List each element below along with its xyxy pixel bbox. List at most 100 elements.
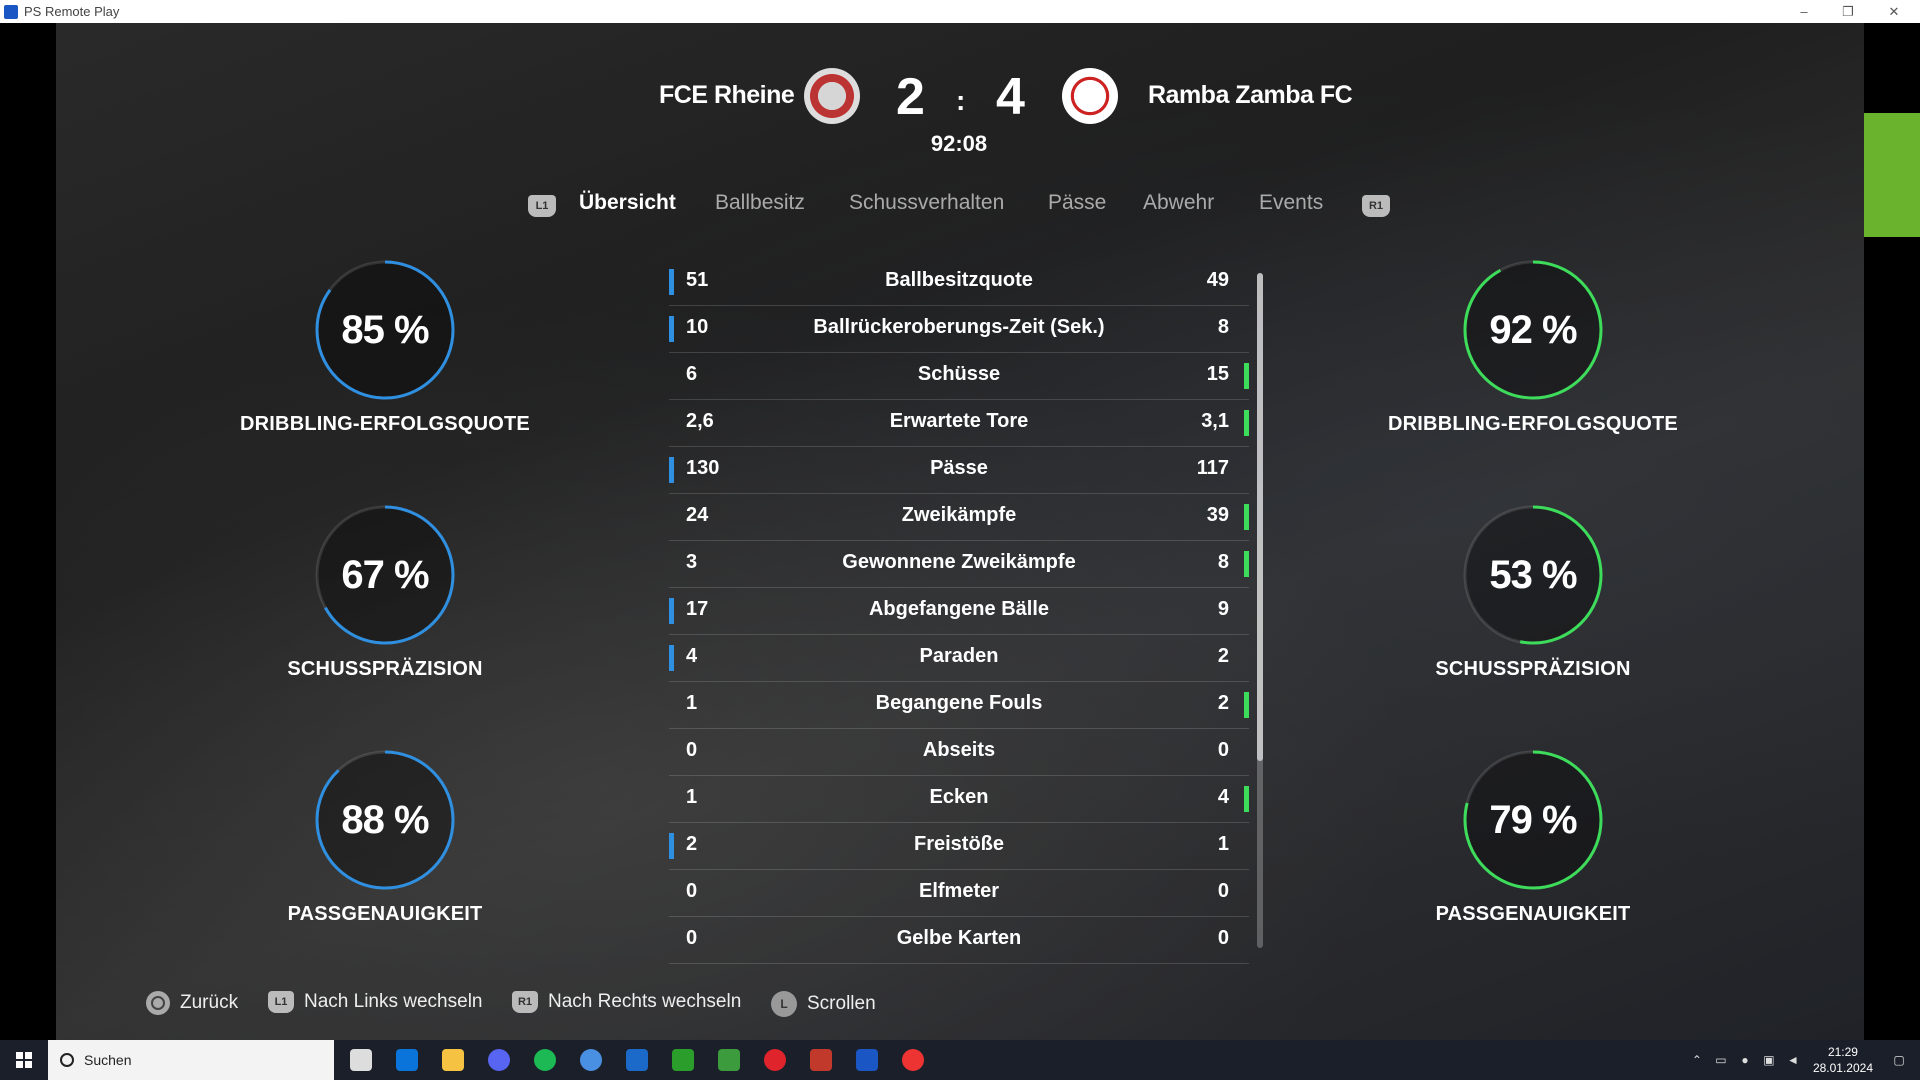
app-icon[interactable] [580, 1049, 602, 1071]
stat-name: Ecken [929, 786, 989, 808]
ring-label: SCHUSSPRÄZISION [1435, 658, 1631, 680]
taskbar-search[interactable]: Suchen [48, 1040, 334, 1080]
stats-tabs: Übersicht Ballbesitz Schussverhalten Päs… [56, 191, 1864, 231]
stat-row: 2,6 Erwartete Tore 3,1 [669, 400, 1249, 447]
voicemeeter-icon[interactable] [810, 1049, 832, 1071]
stats-scrollbar[interactable] [1257, 273, 1263, 948]
stat-away-value: 15 [1206, 363, 1229, 385]
restore-button[interactable]: ❐ [1826, 0, 1870, 23]
side-accent-strip [1864, 113, 1920, 237]
home-pass-accuracy-stat: 88 % PASSGENAUIGKEIT [235, 749, 535, 926]
tab-events[interactable]: Events [1259, 191, 1323, 215]
stat-name: Pässe [930, 457, 988, 479]
minimize-button[interactable]: – [1782, 0, 1826, 23]
display-icon[interactable]: ▣ [1762, 1053, 1776, 1067]
away-shot-accuracy-stat: 53 % SCHUSSPRÄZISION [1383, 504, 1683, 681]
steam-icon[interactable] [626, 1049, 648, 1071]
tab-paesse[interactable]: Pässe [1048, 191, 1106, 215]
chevron-up-icon[interactable]: ⌃ [1690, 1053, 1704, 1067]
hint-label: Nach Rechts wechseln [548, 991, 742, 1012]
network-icon[interactable]: ▭ [1714, 1053, 1728, 1067]
away-team-crest-icon [1062, 68, 1118, 124]
stats-table[interactable]: 51 Ballbesitzquote 49 10 Ballrückeroberungs-… [669, 259, 1249, 964]
home-dribbling-stat: 85 % DRIBBLING-ERFOLGSQUOTE [235, 259, 535, 436]
stat-name: Ballbesitzquote [885, 269, 1033, 291]
minecraft-icon[interactable] [718, 1049, 740, 1071]
scrollbar-thumb[interactable] [1257, 273, 1263, 761]
stat-away-value: 117 [1196, 457, 1229, 479]
task-view-icon[interactable] [350, 1049, 372, 1071]
r1-button-icon: R1 [512, 991, 538, 1013]
home-shot-accuracy-stat: 67 % SCHUSSPRÄZISION [235, 504, 535, 681]
store-icon[interactable] [396, 1049, 418, 1071]
home-score: 2 [896, 68, 925, 126]
close-button[interactable]: ✕ [1872, 0, 1916, 23]
match-clock: 92:08 [930, 131, 988, 156]
stat-row: 17 Abgefangene Bälle 9 [669, 588, 1249, 635]
stat-away-value: 8 [1217, 551, 1229, 573]
away-team-name: Ramba Zamba FC [1148, 81, 1353, 109]
windows-taskbar: Suchen ⌃ ▭ ● ▣ ◄ 21:29 28.01.2024 ▢ [0, 1040, 1920, 1080]
stat-away-value: 49 [1206, 269, 1229, 291]
away-pass-accuracy-ring: 79 % [1462, 749, 1604, 891]
ring-label: DRIBBLING-ERFOLGSQUOTE [240, 413, 530, 435]
l1-button-icon: L1 [268, 991, 294, 1013]
r1-button-icon[interactable]: R1 [1362, 195, 1390, 217]
hint-switch-right[interactable]: R1 Nach Rechts wechseln [512, 991, 741, 1013]
circle-button-icon [146, 991, 170, 1015]
away-score: 4 [996, 68, 1025, 126]
discord-icon[interactable] [488, 1049, 510, 1071]
stat-name: Ballrückeroberungs-Zeit (Sek.) [813, 316, 1105, 338]
hint-label: Nach Links wechseln [304, 991, 483, 1012]
home-pass-accuracy-ring: 88 % [314, 749, 456, 891]
tab-abwehr[interactable]: Abwehr [1143, 191, 1214, 215]
file-explorer-icon[interactable] [442, 1049, 464, 1071]
start-button[interactable] [0, 1040, 48, 1080]
tab-ballbesitz[interactable]: Ballbesitz [715, 191, 805, 215]
stat-name: Abgefangene Bälle [868, 598, 1050, 620]
hint-label: Zurück [180, 992, 239, 1013]
window-title: PS Remote Play [24, 4, 120, 19]
ring-label: PASSGENAUIGKEIT [287, 903, 483, 925]
stat-row: 1 Begangene Fouls 2 [669, 682, 1249, 729]
hint-back[interactable]: Zurück [146, 991, 238, 1015]
xbox-icon[interactable] [672, 1049, 694, 1071]
stat-row: 0 Abseits 0 [669, 729, 1249, 776]
clock-date: 28.01.2024 [1812, 1061, 1873, 1075]
stat-away-value: 0 [1217, 927, 1229, 949]
stat-name: Zweikämpfe [901, 504, 1017, 526]
away-dribbling-stat: 92 % DRIBBLING-ERFOLGSQUOTE [1383, 259, 1683, 436]
taskbar-clock[interactable]: 21:29 28.01.2024 [1813, 1044, 1873, 1076]
windows-logo-icon [16, 1052, 32, 1068]
stat-row: 4 Paraden 2 [669, 635, 1249, 682]
stat-name: Begangene Fouls [875, 692, 1043, 714]
hint-switch-left[interactable]: L1 Nach Links wechseln [268, 991, 482, 1013]
stat-away-value: 3,1 [1201, 410, 1229, 432]
ring-label: PASSGENAUIGKEIT [1435, 903, 1631, 925]
stat-row: 6 Schüsse 15 [669, 353, 1249, 400]
tab-uebersicht[interactable]: Übersicht [579, 191, 676, 215]
tab-schussverhalten[interactable]: Schussverhalten [849, 191, 1004, 215]
ring-label: SCHUSSPRÄZISION [287, 658, 483, 680]
stat-row: 130 Pässe 117 [669, 447, 1249, 494]
stat-row: 51 Ballbesitzquote 49 [669, 259, 1249, 306]
ring-label: DRIBBLING-ERFOLGSQUOTE [1388, 413, 1678, 435]
home-shot-accuracy-ring: 67 % [314, 504, 456, 646]
volume-icon[interactable]: ◄ [1786, 1053, 1800, 1067]
stat-name: Elfmeter [918, 880, 1000, 902]
microphone-icon[interactable]: ● [1738, 1053, 1752, 1067]
hint-scroll[interactable]: L Scrollen [771, 991, 876, 1017]
opera-icon[interactable] [764, 1049, 786, 1071]
media-player-icon[interactable] [902, 1049, 924, 1071]
score-separator: : [956, 85, 966, 116]
stat-name: Abseits [922, 739, 996, 761]
stat-name: Schüsse [917, 363, 1001, 385]
away-dribbling-ring: 92 % [1462, 259, 1604, 401]
game-stream[interactable]: FCE Rheine 2 : 4 Ramba Zamba FC 92:08 L1… [56, 23, 1864, 1040]
ps-remote-play-icon[interactable] [856, 1049, 878, 1071]
stat-row: 0 Elfmeter 0 [669, 870, 1249, 917]
search-icon [60, 1053, 74, 1067]
notification-icon[interactable]: ▢ [1892, 1053, 1906, 1067]
system-tray: ⌃ ▭ ● ▣ ◄ 21:29 28.01.2024 ▢ [1685, 1040, 1920, 1080]
spotify-icon[interactable] [534, 1049, 556, 1071]
